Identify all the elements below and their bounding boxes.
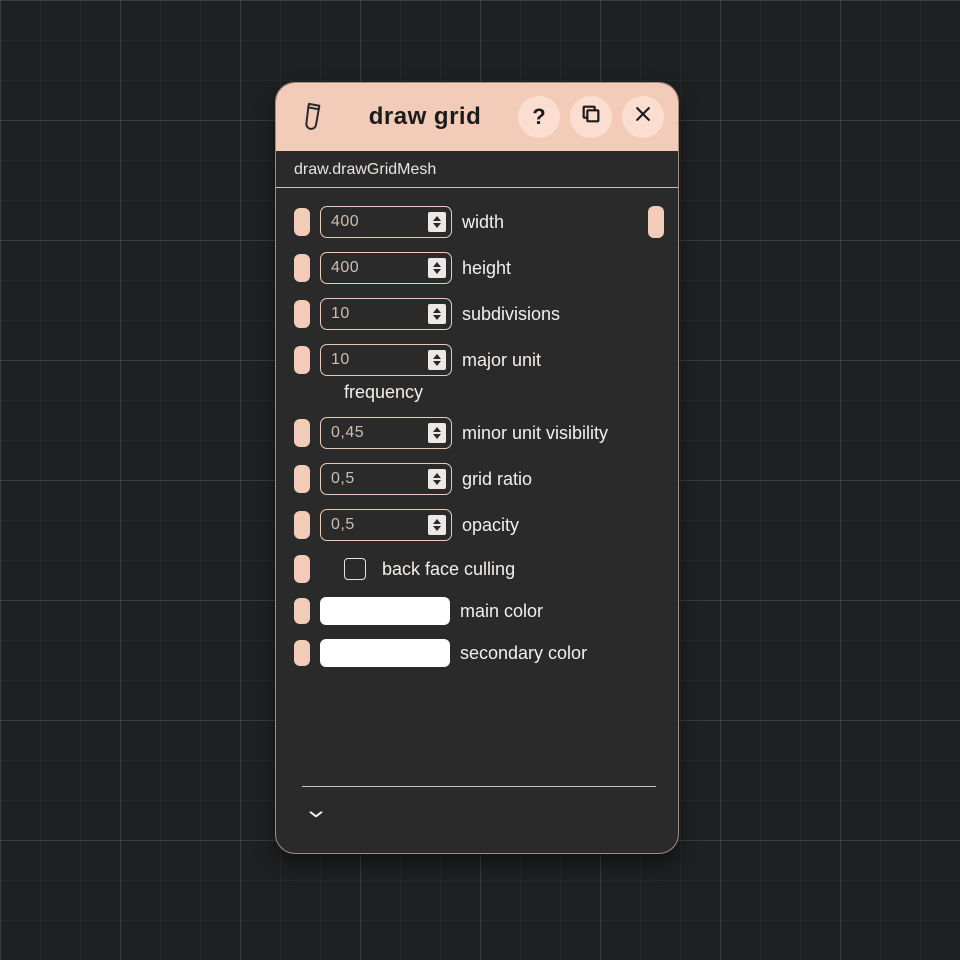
stepper-icon[interactable] (428, 212, 446, 232)
swatch-main-color[interactable] (320, 597, 450, 625)
input-opacity[interactable]: 0,5 (320, 509, 452, 541)
port-major-unit-frequency[interactable] (294, 346, 310, 374)
port-width[interactable] (294, 208, 310, 236)
swatch-secondary-color[interactable] (320, 639, 450, 667)
row-back-face-culling: back face culling (294, 555, 662, 583)
row-grid-ratio: 0,5 grid ratio (294, 463, 662, 495)
row-secondary-color: secondary color (294, 639, 662, 667)
value-major-unit-frequency: 10 (321, 351, 428, 369)
panel-footer (302, 786, 656, 837)
input-subdivisions[interactable]: 10 (320, 298, 452, 330)
row-main-color: main color (294, 597, 662, 625)
value-minor-unit-visibility: 0,45 (321, 424, 428, 442)
value-opacity: 0,5 (321, 516, 428, 534)
panel-body: 400 width 400 height 10 subdivisions (276, 188, 678, 685)
checkbox-back-face-culling[interactable] (344, 558, 366, 580)
port-secondary-color[interactable] (294, 640, 310, 666)
port-main-color[interactable] (294, 598, 310, 624)
label-back-face-culling: back face culling (382, 559, 515, 580)
input-grid-ratio[interactable]: 0,5 (320, 463, 452, 495)
node-path: draw.drawGridMesh (276, 151, 678, 188)
label-height: height (462, 258, 511, 279)
panel-title: draw grid (342, 103, 508, 131)
port-opacity[interactable] (294, 511, 310, 539)
value-height: 400 (321, 259, 428, 277)
input-width[interactable]: 400 (320, 206, 452, 238)
row-minor-unit-visibility: 0,45 minor unit visibility (294, 417, 662, 449)
stepper-icon[interactable] (428, 469, 446, 489)
label-main-color: main color (460, 601, 543, 622)
row-height: 400 height (294, 252, 662, 284)
row-width: 400 width (294, 206, 662, 238)
port-height[interactable] (294, 254, 310, 282)
port-grid-ratio[interactable] (294, 465, 310, 493)
stepper-icon[interactable] (428, 350, 446, 370)
input-minor-unit-visibility[interactable]: 0,45 (320, 417, 452, 449)
label-secondary-color: secondary color (460, 643, 587, 664)
input-height[interactable]: 400 (320, 252, 452, 284)
port-back-face-culling[interactable] (294, 555, 310, 583)
duplicate-button[interactable] (570, 96, 612, 138)
label-subdivisions: subdivisions (462, 304, 560, 325)
stepper-icon[interactable] (428, 258, 446, 278)
titlebar: draw grid ? (276, 83, 678, 151)
node-panel: draw grid ? draw.drawGridMesh (275, 82, 679, 854)
row-subdivisions: 10 subdivisions (294, 298, 662, 330)
help-button[interactable]: ? (518, 96, 560, 138)
stepper-icon[interactable] (428, 423, 446, 443)
brush-icon (287, 93, 337, 141)
label-opacity: opacity (462, 515, 519, 536)
value-width: 400 (321, 213, 428, 231)
help-icon: ? (532, 104, 545, 130)
port-minor-unit-visibility[interactable] (294, 419, 310, 447)
chevron-down-icon[interactable] (303, 804, 329, 827)
row-major-unit-frequency: 10 major unit frequency (294, 344, 662, 403)
input-major-unit-frequency[interactable]: 10 (320, 344, 452, 376)
port-subdivisions[interactable] (294, 300, 310, 328)
label-width: width (462, 212, 504, 233)
label-minor-unit-visibility: minor unit visibility (462, 423, 608, 444)
label-major-unit-a: major unit (462, 350, 541, 371)
row-opacity: 0,5 opacity (294, 509, 662, 541)
close-button[interactable] (622, 96, 664, 138)
scrollbar-thumb[interactable] (648, 206, 664, 238)
stepper-icon[interactable] (428, 515, 446, 535)
label-major-unit-b: frequency (344, 382, 662, 403)
close-icon (633, 104, 653, 130)
label-grid-ratio: grid ratio (462, 469, 532, 490)
stepper-icon[interactable] (428, 304, 446, 324)
value-subdivisions: 10 (321, 305, 428, 323)
value-grid-ratio: 0,5 (321, 470, 428, 488)
duplicate-icon (580, 103, 602, 131)
